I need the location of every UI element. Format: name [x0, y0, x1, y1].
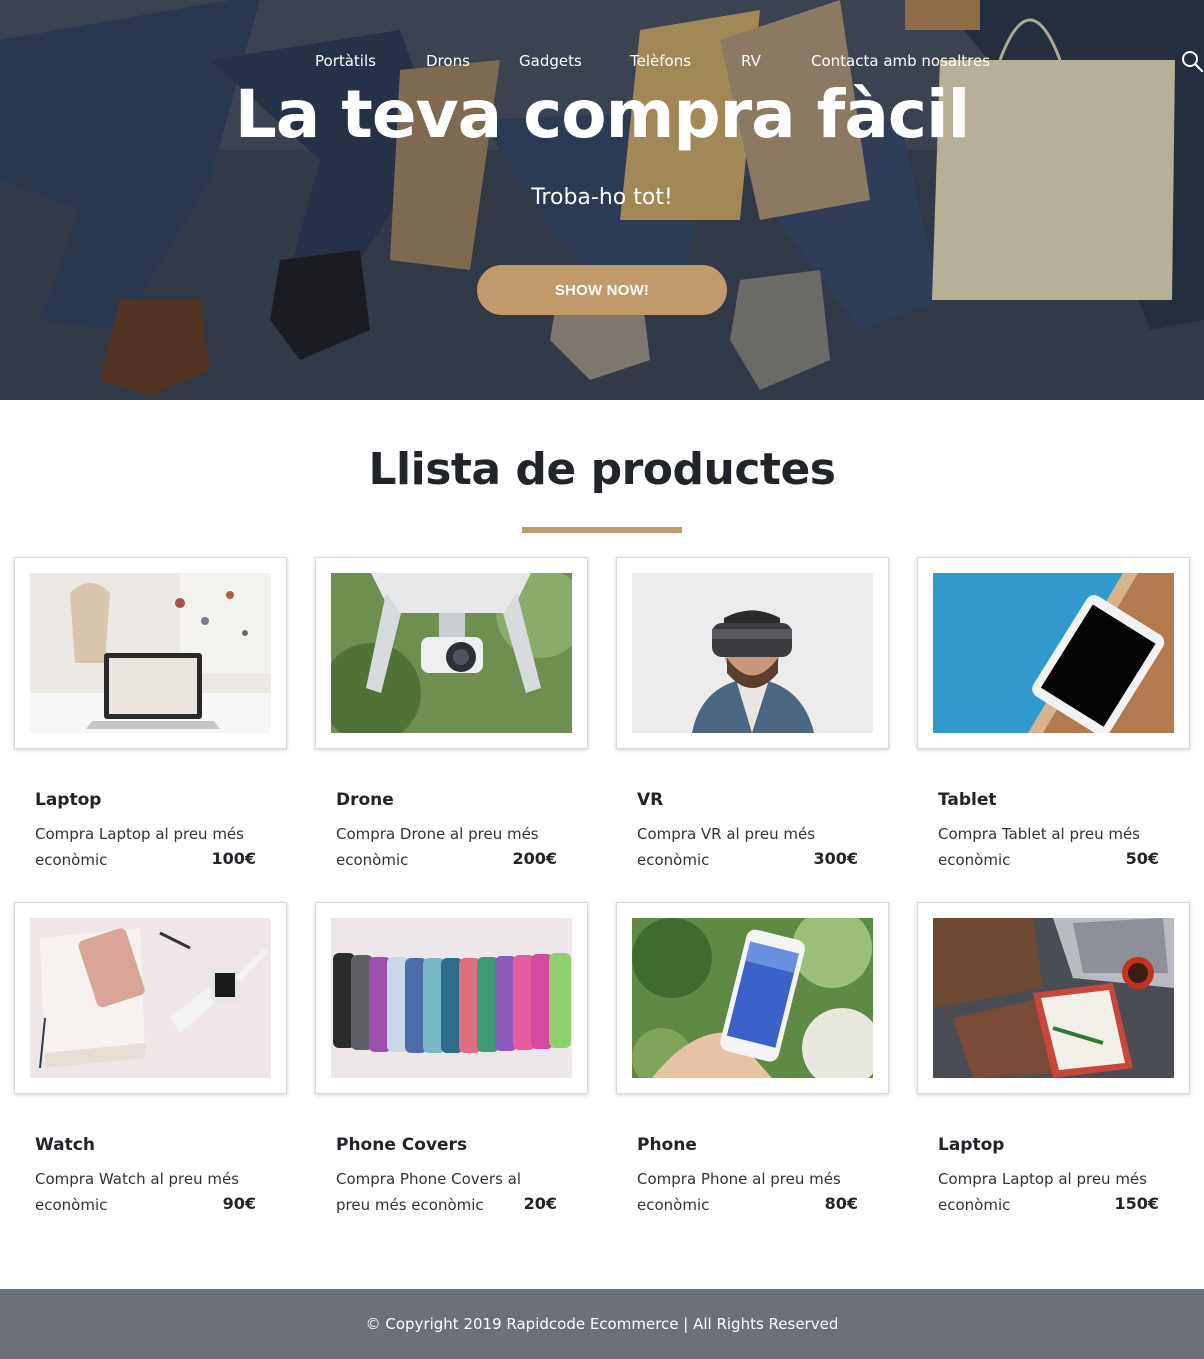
show-now-button[interactable]: SHOW NOW!: [477, 265, 727, 315]
title-divider: [522, 527, 682, 533]
product-price: 20€: [523, 1194, 557, 1213]
laptop-photo: [30, 573, 271, 733]
product-name: Laptop: [938, 1135, 1005, 1155]
footer-copyright: © Copyright 2019 Rapidcode Ecommerce | A…: [365, 1315, 839, 1333]
product-card-phone[interactable]: [616, 902, 889, 1094]
hero-banner: Portàtils Drons Gadgets Telèfons RV Cont…: [0, 0, 1204, 400]
product-price: 50€: [1125, 849, 1159, 868]
hero-title: La teva compra fàcil: [234, 76, 971, 153]
product-card-laptop-2[interactable]: [917, 902, 1190, 1094]
product-name: Laptop: [35, 790, 102, 810]
product-price: 300€: [813, 849, 858, 868]
product-card-phone-covers[interactable]: [315, 902, 588, 1094]
product-card-watch[interactable]: [14, 902, 287, 1094]
phone-covers-photo: [331, 918, 572, 1078]
product-price: 80€: [824, 1194, 858, 1213]
watch-photo: [30, 918, 271, 1078]
product-price: 150€: [1114, 1194, 1159, 1213]
product-price: 90€: [222, 1194, 256, 1213]
product-name: Tablet: [938, 790, 997, 810]
product-name: Drone: [336, 790, 394, 810]
footer: © Copyright 2019 Rapidcode Ecommerce | A…: [0, 1289, 1204, 1359]
laptop-desk-photo: [933, 918, 1174, 1078]
tablet-photo: [933, 573, 1174, 733]
product-price: 200€: [512, 849, 557, 868]
hero-subtitle: Troba-ho tot!: [531, 185, 673, 210]
product-card-tablet[interactable]: [917, 557, 1190, 749]
product-name: Watch: [35, 1135, 95, 1155]
product-card-laptop[interactable]: [14, 557, 287, 749]
phone-photo: [632, 918, 873, 1078]
product-name: VR: [637, 790, 664, 810]
product-name: Phone: [637, 1135, 697, 1155]
product-card-drone[interactable]: [315, 557, 588, 749]
drone-photo: [331, 573, 572, 733]
product-name: Phone Covers: [336, 1135, 468, 1155]
product-price: 100€: [211, 849, 256, 868]
product-card-vr[interactable]: [616, 557, 889, 749]
products-section-title: Llista de productes: [368, 444, 836, 495]
vr-headset-photo: [632, 573, 873, 733]
